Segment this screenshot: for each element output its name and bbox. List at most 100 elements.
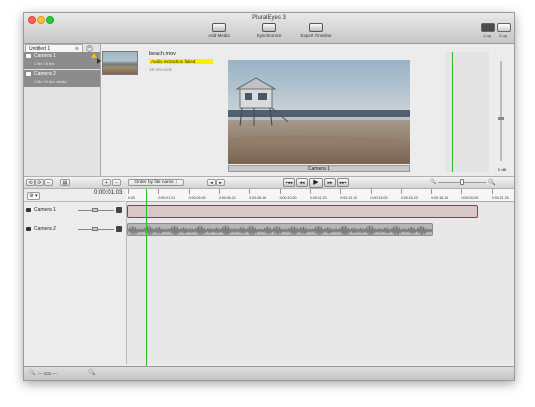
clip-error-message: Audio extraction failed	[149, 59, 213, 64]
timeline-clip-camera-2[interactable]	[127, 223, 433, 236]
project-sidebar: Untitled 1 ⊗ + Camera 1 1 file 15 fps Ca…	[24, 44, 101, 178]
ruler-tick-label: 0:00:01.01	[158, 196, 176, 200]
ruler-tick	[249, 189, 251, 194]
clip-thumbnail[interactable]	[102, 51, 138, 75]
layout-2up-button[interactable]	[497, 23, 511, 32]
add-tab-button[interactable]: +	[86, 45, 93, 52]
main-window: PluralEyes 3 Add Media Synchronize Expor…	[23, 12, 515, 381]
go-to-start-button[interactable]: ▪◂◂	[283, 178, 295, 187]
clip-filename: beach.mov	[149, 51, 176, 57]
timeline-clip-camera-1[interactable]	[127, 205, 478, 218]
camera-icon	[26, 208, 31, 212]
playhead-preview-marker	[452, 52, 453, 172]
ruler-tick-label: 0:00	[128, 196, 135, 200]
playhead-line[interactable]	[146, 189, 147, 366]
add-media-button[interactable]: Add Media	[204, 23, 234, 39]
lock-camera-button[interactable]: ⟳	[35, 179, 44, 186]
sync-camera-button[interactable]: ⟲	[26, 179, 35, 186]
ruler-tick-label: 0:00:11.20	[309, 196, 327, 200]
fast-forward-button[interactable]: ▸▸	[324, 178, 336, 187]
video-preview	[228, 60, 410, 164]
track-header-camera-2[interactable]: Camera 2	[24, 224, 126, 237]
synchronize-icon	[262, 23, 276, 32]
ruler-tick	[158, 189, 160, 194]
add-media-label: Add Media	[208, 33, 230, 38]
synchronize-label: Synchronize	[256, 33, 282, 38]
volume-meter	[500, 61, 502, 161]
clip-info: beach.mov Audio extraction failed 18 sec…	[97, 48, 232, 88]
add-button[interactable]: +	[102, 179, 111, 186]
disclosure-triangle-icon[interactable]	[97, 58, 101, 64]
track-header-bar: ⚙ ▾ 0:00:01.03	[24, 189, 125, 202]
prev-clip-button[interactable]: ◂	[207, 179, 216, 186]
camera-icon	[26, 54, 31, 58]
ruler-tick	[340, 189, 342, 194]
track-volume-knob[interactable]	[92, 227, 98, 231]
ruler-tick-label: 0:00:21.20	[491, 196, 509, 200]
status-bar: 🔍 — 101 — 🔍	[24, 366, 514, 380]
track-volume-knob[interactable]	[92, 208, 98, 212]
ruler-tick	[370, 189, 372, 194]
synchronize-button[interactable]: Synchronize	[253, 23, 285, 39]
layout-1up-label: 1-up	[483, 33, 492, 38]
ruler-tick-label: 0:00:15.00	[370, 196, 388, 200]
speaker-icon[interactable]	[116, 207, 122, 213]
db-label: 0 dB	[498, 167, 507, 172]
ruler-tick-label: 0:00:08.16	[249, 196, 267, 200]
track-name: Camera 2	[34, 226, 56, 232]
order-by-dropdown[interactable]: Order by file name ↕	[128, 179, 184, 186]
zoom-out-icon[interactable]: 🔍	[29, 370, 35, 376]
ruler-tick-label: 0:00:05.00	[188, 196, 206, 200]
ruler-tick	[400, 189, 402, 194]
preview-zoom-knob[interactable]	[460, 179, 464, 185]
camera-icon	[26, 72, 31, 76]
beach-frame-image	[228, 60, 410, 164]
timeline-zoom-slider[interactable]: — 101 —	[38, 371, 57, 376]
remove-button[interactable]: −	[112, 179, 121, 186]
ruler-tick	[128, 189, 129, 194]
track-name: Camera 1	[34, 207, 56, 213]
ruler-tick-label: 0:00:10.00	[279, 196, 297, 200]
camera-list-item-2[interactable]: Camera 2 1 file 24 fps media	[24, 70, 100, 87]
volume-slider-knob[interactable]	[498, 117, 504, 120]
zoom-in-icon[interactable]: 🔍	[488, 179, 495, 186]
next-clip-button[interactable]: ▸	[216, 179, 225, 186]
export-timeline-label: Export Timeline	[300, 33, 332, 38]
audio-waveform	[128, 225, 432, 235]
layout-2up-label: 2-up	[499, 33, 508, 38]
export-timeline-icon	[309, 23, 323, 32]
play-button[interactable]: ▶	[309, 178, 323, 188]
clip-duration: 18 seconds	[149, 67, 173, 72]
camera-icon	[26, 227, 31, 231]
ruler-tick-label: 0:00:06.21	[218, 196, 236, 200]
go-to-end-button[interactable]: ▸▸▪	[337, 178, 349, 187]
speaker-icon[interactable]	[116, 226, 122, 232]
camera-list-item-1[interactable]: Camera 1 1 file 15 fps	[24, 52, 100, 69]
ruler-tick-label: 0:00:20.00	[461, 196, 479, 200]
export-timeline-button[interactable]: Export Timeline	[297, 23, 335, 39]
track-header-camera-1[interactable]: Camera 1	[24, 205, 126, 218]
ruler-tick	[309, 189, 311, 194]
camera-name: Camera 1	[34, 53, 56, 59]
ruler-tick	[279, 189, 281, 194]
camera-detail: 1 file 24 fps media	[34, 79, 67, 84]
camera-detail: 1 file 15 fps	[34, 61, 55, 66]
project-tab[interactable]: Untitled 1 ⊗	[25, 44, 83, 52]
zoom-in-icon[interactable]: 🔍	[88, 369, 95, 376]
rewind-button[interactable]: ◂◂	[296, 178, 308, 187]
control-bar: ⟲ ⟳ − ▤ + − Order by file name ↕ ◂ ▸ ▪◂◂…	[24, 176, 514, 189]
timeline-ruler[interactable]: 0:00 0:00:01.01 0:00:05.00 0:00:06.21 0:00:0…	[126, 189, 514, 202]
camera-name: Camera 2	[34, 71, 56, 77]
layout-1up-button[interactable]	[481, 23, 495, 32]
add-media-icon	[212, 23, 226, 32]
gear-icon[interactable]: ⚙ ▾	[27, 192, 40, 200]
window-title: PluralEyes 3	[252, 15, 286, 21]
preview-caption: Camera 1	[228, 165, 410, 172]
ruler-tick-label: 0:00:18.10	[431, 196, 449, 200]
view-options-button[interactable]: ▤	[60, 179, 70, 186]
remove-camera-button[interactable]: −	[44, 179, 53, 186]
ruler-tick	[431, 189, 433, 194]
zoom-out-icon[interactable]: 🔍	[430, 179, 436, 185]
ruler-tick-label: 0:00:13.10	[340, 196, 358, 200]
ruler-tick	[218, 189, 220, 194]
